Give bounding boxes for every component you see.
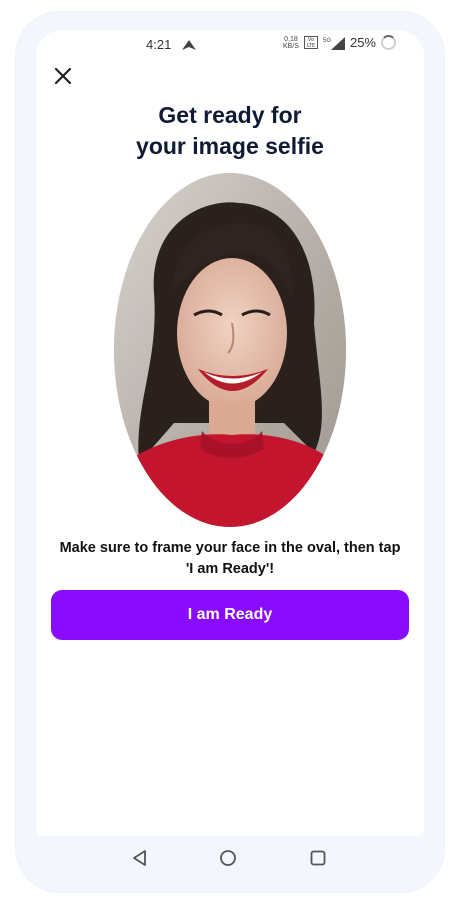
battery-icon bbox=[381, 35, 396, 50]
status-bar: 4:21 0.18 KB/S Vo LTE 5G 25% bbox=[36, 30, 424, 60]
close-icon[interactable] bbox=[52, 65, 74, 87]
selfie-preview bbox=[114, 173, 346, 527]
status-icons: 0.18 KB/S Vo LTE 5G 25% bbox=[283, 35, 396, 50]
navigation-arrow-icon bbox=[182, 40, 196, 50]
status-time: 4:21 bbox=[146, 37, 172, 52]
selfie-photo bbox=[114, 173, 346, 527]
back-icon[interactable] bbox=[130, 848, 150, 868]
speed-value: 0.18 bbox=[284, 35, 298, 43]
app-screen: 4:21 0.18 KB/S Vo LTE 5G 25% Get ready fo… bbox=[36, 30, 424, 836]
battery-percent: 25% bbox=[349, 35, 376, 50]
volte-icon: Vo LTE bbox=[303, 36, 318, 49]
network-speed: 0.18 KB/S bbox=[283, 36, 299, 50]
instructions-text: Make sure to frame your face in the oval… bbox=[59, 540, 401, 577]
network-type: 5G bbox=[323, 38, 331, 44]
page-title: Get ready for your image selfie bbox=[136, 102, 324, 159]
ready-button[interactable]: I am Ready bbox=[51, 590, 409, 640]
recents-icon[interactable] bbox=[308, 848, 328, 868]
system-nav-bar bbox=[36, 836, 424, 882]
speed-unit: KB/S bbox=[283, 42, 299, 50]
signal-icon: 5G bbox=[323, 36, 345, 50]
home-icon[interactable] bbox=[218, 848, 238, 868]
